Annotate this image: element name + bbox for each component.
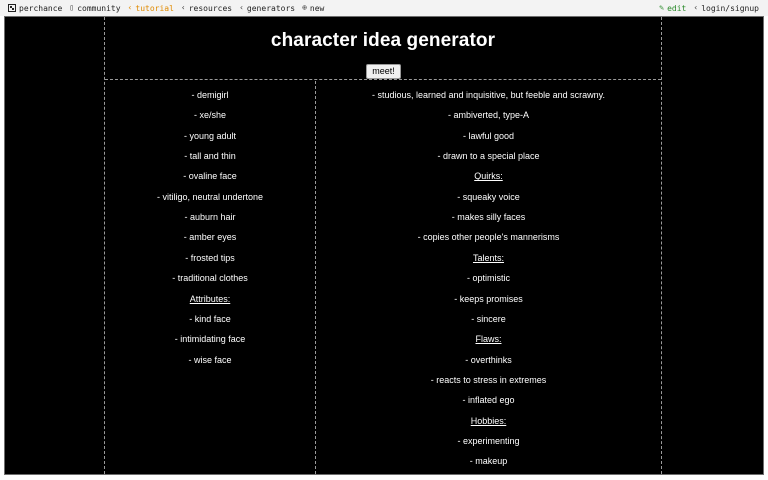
generator-frame: character idea generator meet! - demigir…: [5, 17, 763, 474]
trait-item: - ovaline face: [183, 171, 237, 182]
nav-tutorial-link[interactable]: ‹ tutorial: [128, 4, 174, 13]
trait-item: - vitiligo, neutral undertone: [156, 191, 264, 202]
nav-new-link[interactable]: ⊕ new: [302, 4, 324, 13]
trait-item: - optimistic: [466, 273, 510, 284]
nav-brand-label: perchance: [19, 3, 63, 13]
trait-item: - experimenting: [457, 435, 520, 446]
trait-item: - inflated ego: [462, 395, 515, 406]
trait-section-heading: Quirks:: [474, 171, 503, 182]
trait-item: - overthinks: [465, 354, 512, 365]
trait-item: - ambiverted, type-A: [447, 110, 530, 121]
trait-item: - frosted tips: [185, 252, 235, 263]
trait-item: - lawful good: [462, 130, 515, 141]
generator-panel: character idea generator meet! - demigir…: [104, 17, 662, 474]
trait-item: - squeaky voice: [457, 191, 520, 202]
tutorial-icon: ‹: [127, 3, 133, 12]
user-icon: ‹: [693, 3, 699, 12]
trait-item: - sincere: [471, 313, 506, 324]
generators-icon: ‹: [239, 3, 244, 12]
personality-column: - studious, learned and inquisitive, but…: [316, 81, 661, 474]
nav-resources-link[interactable]: ‹ resources: [181, 4, 232, 13]
trait-item: - wise face: [188, 354, 232, 365]
nav-right-group: ✎ edit ‹ login/signup: [659, 4, 768, 13]
trait-item: - reacts to stress in extremes: [430, 374, 547, 385]
trait-item: - tall and thin: [184, 151, 236, 162]
community-icon: ▯: [69, 3, 75, 12]
trait-item: - drawn to a special place: [437, 151, 540, 162]
nav-edit-link[interactable]: ✎ edit: [659, 4, 686, 13]
nav-brand-link[interactable]: perchance: [8, 4, 62, 13]
trait-item: - intimidating face: [174, 334, 246, 345]
trait-item: - keeps promises: [454, 293, 523, 304]
nav-community-link[interactable]: ▯ community: [69, 4, 120, 13]
trait-item: - traditional clothes: [172, 273, 248, 284]
nav-generators-link[interactable]: ‹ generators: [239, 4, 295, 13]
pencil-icon: ✎: [659, 3, 665, 12]
meet-button[interactable]: meet!: [366, 64, 401, 79]
trait-item: - auburn hair: [184, 212, 236, 223]
nav-generators-label: generators: [246, 3, 296, 13]
nav-resources-label: resources: [188, 3, 233, 13]
nav-login-link[interactable]: ‹ login/signup: [693, 4, 759, 13]
nav-edit-label: edit: [667, 3, 687, 13]
nav-login-label: login/signup: [701, 3, 759, 13]
trait-item: - young adult: [183, 130, 237, 141]
trait-item: - studious, learned and inquisitive, but…: [372, 90, 605, 100]
trait-item: - amber eyes: [183, 232, 237, 243]
trait-item: - makeup: [469, 456, 508, 467]
nav-community-label: community: [77, 3, 121, 13]
nav-left-group: perchance ▯ community ‹ tutorial ‹ resou…: [0, 4, 324, 13]
appearance-column: - demigirl - xe/she - young adult - tall an…: [105, 81, 316, 474]
trait-item: - makes silly faces: [451, 212, 526, 223]
resources-icon: ‹: [180, 3, 186, 12]
page-title: character idea generator: [270, 30, 496, 51]
trait-section-heading: Hobbies:: [470, 415, 507, 426]
generator-header: character idea generator meet!: [105, 17, 661, 80]
dice-logo-icon: [8, 4, 16, 12]
top-nav-bar: perchance ▯ community ‹ tutorial ‹ resou…: [0, 0, 768, 16]
trait-item: - demigirl: [191, 90, 229, 100]
trait-section-heading: Attributes:: [189, 293, 231, 304]
trait-item: - xe/she: [193, 110, 226, 121]
nav-tutorial-label: tutorial: [135, 3, 174, 13]
plus-circle-icon: ⊕: [302, 3, 307, 12]
trait-item: - copies other people's mannerisms: [417, 232, 560, 243]
trait-item: - kind face: [189, 313, 231, 324]
trait-section-heading: Talents:: [472, 252, 505, 263]
nav-new-label: new: [309, 3, 325, 13]
trait-section-heading: Flaws:: [475, 334, 502, 345]
